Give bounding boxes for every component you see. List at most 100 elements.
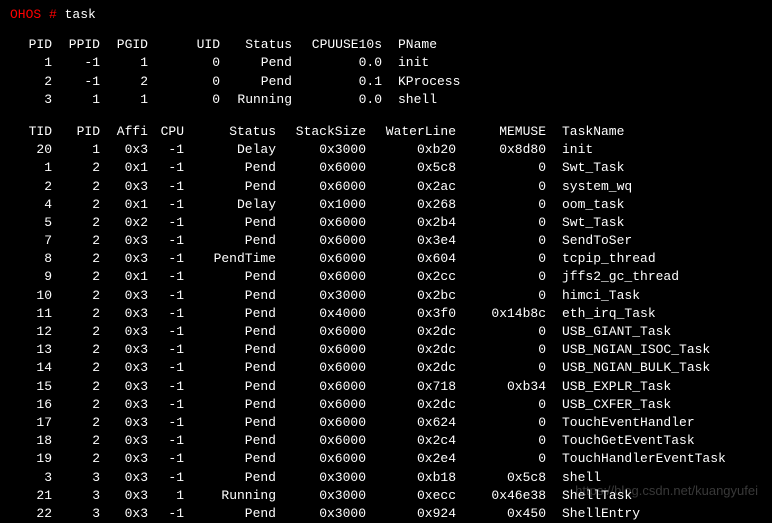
cell-waterline: 0x5c8: [366, 159, 456, 177]
cell-affi: 0x3: [100, 141, 148, 159]
cell-cpu: -1: [148, 196, 184, 214]
cell-uid: 0: [148, 91, 220, 109]
cell-tpid: 3: [52, 469, 100, 487]
cell-cpu: -1: [148, 287, 184, 305]
cell-taskname: USB_EXPLR_Task: [546, 378, 736, 396]
cell-tid: 11: [10, 305, 52, 323]
cell-pgid: 2: [100, 73, 148, 91]
cell-waterline: 0x2dc: [366, 396, 456, 414]
cell-cpu: -1: [148, 178, 184, 196]
cell-tid: 7: [10, 232, 52, 250]
cell-cpu: -1: [148, 159, 184, 177]
cell-tpid: 2: [52, 287, 100, 305]
cell-waterline: 0x924: [366, 505, 456, 523]
cell-stacksize: 0x6000: [276, 378, 366, 396]
cell-affi: 0x3: [100, 250, 148, 268]
col-waterline: WaterLine: [366, 123, 456, 141]
cell-taskname: USB_GIANT_Task: [546, 323, 736, 341]
cell-cpu: -1: [148, 232, 184, 250]
cell-tstatus: Pend: [184, 450, 276, 468]
cell-affi: 0x3: [100, 505, 148, 523]
cell-pname: KProcess: [382, 73, 482, 91]
cell-memuse: 0x8d80: [456, 141, 546, 159]
cell-taskname: SendToSer: [546, 232, 736, 250]
cell-status: Pend: [220, 73, 292, 91]
cell-affi: 0x3: [100, 378, 148, 396]
cell-waterline: 0x3f0: [366, 305, 456, 323]
cell-ppid: -1: [52, 54, 100, 72]
col-cpuuse: CPUUSE10s: [292, 36, 382, 54]
col-tstatus: Status: [184, 123, 276, 141]
cell-memuse: 0: [456, 196, 546, 214]
cell-tstatus: PendTime: [184, 250, 276, 268]
task-row: 1720x3-1Pend0x60000x6240TouchEventHandle…: [10, 414, 762, 432]
cell-stacksize: 0x3000: [276, 141, 366, 159]
cell-tstatus: Pend: [184, 359, 276, 377]
cell-pid: 3: [10, 91, 52, 109]
cell-tstatus: Pend: [184, 505, 276, 523]
cell-memuse: 0: [456, 268, 546, 286]
cell-cpu: -1: [148, 469, 184, 487]
cell-tid: 14: [10, 359, 52, 377]
cell-tid: 10: [10, 287, 52, 305]
cell-tpid: 2: [52, 159, 100, 177]
cell-memuse: 0: [456, 323, 546, 341]
cell-stacksize: 0x6000: [276, 232, 366, 250]
cell-tid: 15: [10, 378, 52, 396]
cell-cpu: -1: [148, 268, 184, 286]
cell-stacksize: 0x6000: [276, 450, 366, 468]
cell-affi: 0x1: [100, 268, 148, 286]
col-pid: PID: [10, 36, 52, 54]
cell-waterline: 0x2cc: [366, 268, 456, 286]
cell-stacksize: 0x6000: [276, 396, 366, 414]
prompt-host: OHOS #: [10, 7, 57, 22]
cell-waterline: 0x2c4: [366, 432, 456, 450]
col-uid: UID: [148, 36, 220, 54]
task-row: 420x1-1Delay0x10000x2680oom_task: [10, 196, 762, 214]
task-row: 120x1-1Pend0x60000x5c80Swt_Task: [10, 159, 762, 177]
cell-pid: 2: [10, 73, 52, 91]
prompt-command[interactable]: task: [65, 7, 96, 22]
col-cpu: CPU: [148, 123, 184, 141]
cell-tid: 4: [10, 196, 52, 214]
process-row: 1-110Pend0.0init: [10, 54, 762, 72]
cell-waterline: 0x2b4: [366, 214, 456, 232]
cell-memuse: 0: [456, 359, 546, 377]
cell-memuse: 0: [456, 396, 546, 414]
task-row: 220x3-1Pend0x60000x2ac0system_wq: [10, 178, 762, 196]
task-row: 1120x3-1Pend0x40000x3f00x14b8ceth_irq_Ta…: [10, 305, 762, 323]
cell-taskname: USB_NGIAN_BULK_Task: [546, 359, 736, 377]
cell-pgid: 1: [100, 91, 148, 109]
cell-memuse: 0: [456, 178, 546, 196]
cell-affi: 0x3: [100, 432, 148, 450]
task-row: 1220x3-1Pend0x60000x2dc0USB_GIANT_Task: [10, 323, 762, 341]
cell-taskname: USB_CXFER_Task: [546, 396, 736, 414]
cell-affi: 0x3: [100, 323, 148, 341]
cell-waterline: 0x718: [366, 378, 456, 396]
task-row: 2230x3-1Pend0x30000x9240x450ShellEntry: [10, 505, 762, 523]
task-row: 1420x3-1Pend0x60000x2dc0USB_NGIAN_BULK_T…: [10, 359, 762, 377]
cell-affi: 0x3: [100, 178, 148, 196]
cell-tid: 9: [10, 268, 52, 286]
cell-taskname: TouchHandlerEventTask: [546, 450, 736, 468]
cell-tid: 18: [10, 432, 52, 450]
cell-waterline: 0xb20: [366, 141, 456, 159]
cell-memuse: 0: [456, 341, 546, 359]
cell-taskname: eth_irq_Task: [546, 305, 736, 323]
cell-pname: init: [382, 54, 482, 72]
cell-tstatus: Pend: [184, 287, 276, 305]
cell-uid: 0: [148, 54, 220, 72]
cell-tstatus: Pend: [184, 469, 276, 487]
cell-affi: 0x2: [100, 214, 148, 232]
cell-tstatus: Pend: [184, 341, 276, 359]
col-affi: Affi: [100, 123, 148, 141]
cell-tid: 5: [10, 214, 52, 232]
cell-affi: 0x3: [100, 305, 148, 323]
cell-stacksize: 0x6000: [276, 250, 366, 268]
cell-tstatus: Pend: [184, 159, 276, 177]
task-table: TID PID Affi CPU Status StackSize WaterL…: [10, 123, 762, 523]
cell-tpid: 2: [52, 305, 100, 323]
cell-cpu: -1: [148, 432, 184, 450]
col-taskname: TaskName: [546, 123, 736, 141]
cell-stacksize: 0x6000: [276, 214, 366, 232]
